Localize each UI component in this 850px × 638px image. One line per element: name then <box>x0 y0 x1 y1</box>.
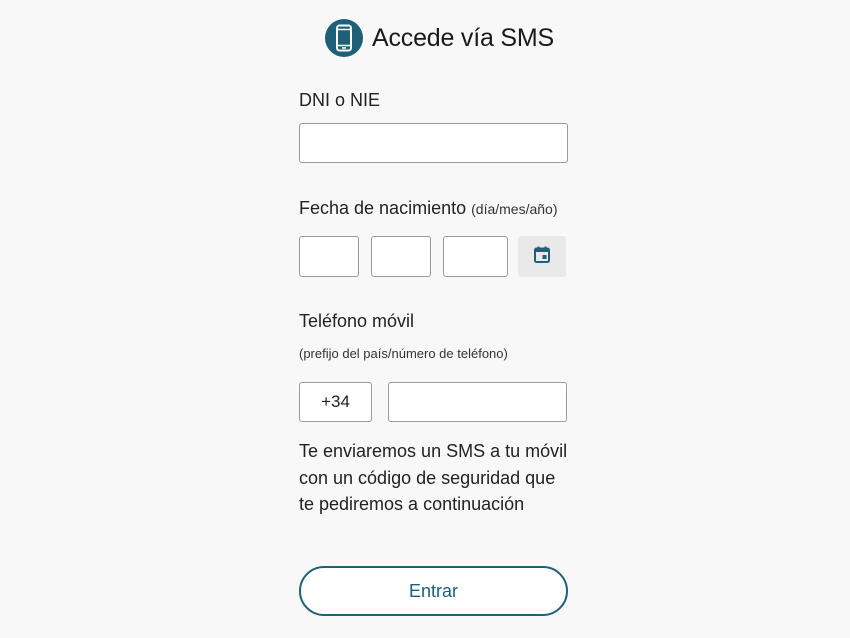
birthdate-label-text: Fecha de nacimiento <box>299 198 467 218</box>
phone-number-input[interactable] <box>388 382 567 422</box>
sms-info-line-1: Te enviaremos un SMS a tu móvil <box>299 441 568 461</box>
birthdate-year-input[interactable] <box>443 236 508 277</box>
enter-button-label: Entrar <box>408 580 459 601</box>
sms-info-line-2: con un código de seguridad que <box>299 467 556 488</box>
phone-prefix-value: +34 <box>321 392 350 411</box>
mobile-phone-icon <box>325 19 363 57</box>
enter-button[interactable]: Entrar <box>299 566 568 616</box>
birthdate-label: Fecha de nacimiento (día/mes/año) <box>299 198 558 219</box>
dni-label: DNI o NIE <box>299 90 381 110</box>
phone-format-hint: (prefijo del país/número de teléfono) <box>299 346 508 361</box>
calendar-button[interactable] <box>518 236 566 277</box>
dni-input[interactable] <box>299 123 568 163</box>
page-title: Accede vía SMS <box>372 23 555 52</box>
birthdate-format-hint: (día/mes/año) <box>471 201 558 217</box>
birthdate-month-input[interactable] <box>371 236 431 277</box>
calendar-icon <box>534 246 550 268</box>
phone-label: Teléfono móvil <box>299 311 415 331</box>
sms-info-line-3: te pediremos a continuación <box>299 494 525 514</box>
phone-prefix-field[interactable]: +34 <box>299 382 372 422</box>
page-header: Accede vía SMS <box>325 18 554 58</box>
birthdate-day-input[interactable] <box>299 236 359 277</box>
sms-info-text: Te enviaremos un SMS a tu móvil con un c… <box>299 438 579 518</box>
